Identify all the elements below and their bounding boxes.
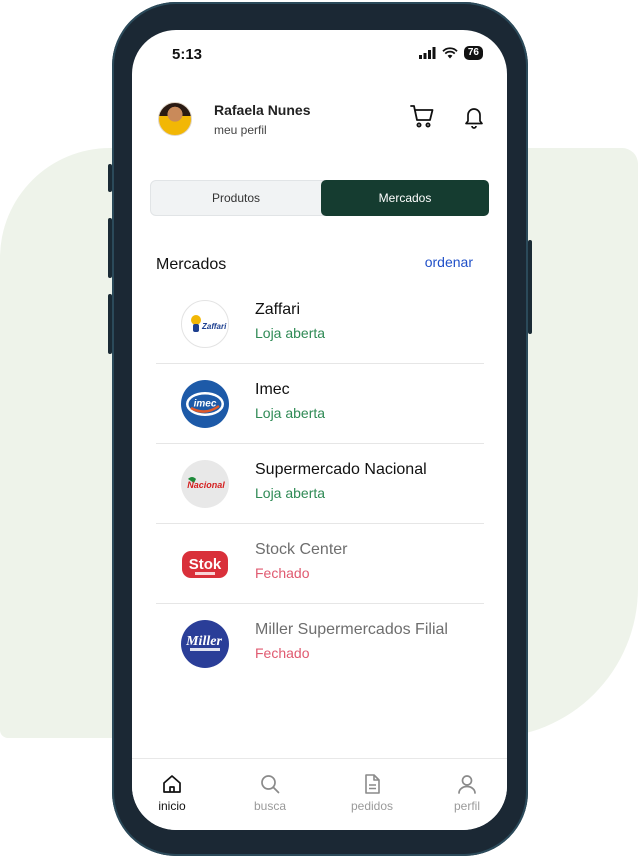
bottom-nav: inicio busca pedidos perfil <box>132 758 507 830</box>
user-name[interactable]: Rafaela Nunes <box>214 102 310 118</box>
signal-icon <box>418 47 436 59</box>
market-item-nacional[interactable]: Nacional Supermercado Nacional Loja aber… <box>156 444 484 524</box>
nav-pedidos[interactable]: pedidos <box>332 773 412 813</box>
market-status: Loja aberta <box>255 485 326 501</box>
market-status: Loja aberta <box>255 405 326 421</box>
nav-label: perfil <box>453 799 480 813</box>
user-icon <box>458 775 476 794</box>
tab-mercados[interactable]: Mercados <box>321 180 489 216</box>
phone-volume-down <box>108 294 112 354</box>
segmented-control: Produtos Mercados <box>150 180 489 216</box>
phone-frame: 5:13 76 Rafaela Nunes meu perfil Produto… <box>108 2 532 856</box>
status-time: 5:13 <box>172 46 203 63</box>
market-item-stock-center[interactable]: Stok Stock Center Fechado <box>156 524 484 604</box>
miller-logo-text: Miller <box>185 634 222 649</box>
zaffari-logo: Zaffari <box>181 300 229 348</box>
nacional-logo: Nacional <box>181 460 229 508</box>
market-item-miller[interactable]: Miller Miller Supermercados Filial Fecha… <box>156 604 484 684</box>
cart-icon <box>410 105 434 128</box>
battery-indicator: 76 <box>463 46 483 60</box>
nav-label: inicio <box>158 799 186 813</box>
market-name: Supermercado Nacional <box>255 461 427 478</box>
nav-label: busca <box>253 799 287 813</box>
bell-icon <box>465 108 483 129</box>
status-icons: 76 <box>418 46 483 60</box>
search-icon <box>261 775 280 794</box>
phone-power-button <box>528 240 532 334</box>
profile-link[interactable]: meu perfil <box>214 123 267 137</box>
zaffari-logo-text: Zaffari <box>201 322 227 331</box>
market-name: Imec <box>255 381 290 398</box>
market-status: Fechado <box>255 645 310 661</box>
market-name: Miller Supermercados Filial <box>255 621 448 638</box>
app-screen: 5:13 76 Rafaela Nunes meu perfil Produto… <box>132 30 507 830</box>
market-list: Zaffari Zaffari Loja aberta imec Imec Lo… <box>156 284 484 684</box>
cart-button[interactable] <box>408 102 436 130</box>
stok-logo-text: Stok <box>189 556 222 573</box>
market-item-imec[interactable]: imec Imec Loja aberta <box>156 364 484 444</box>
imec-logo-text: imec <box>194 399 217 410</box>
sort-link[interactable]: ordenar <box>425 254 473 270</box>
avatar[interactable] <box>158 102 192 136</box>
document-icon <box>365 774 380 794</box>
market-name: Stock Center <box>255 541 348 558</box>
stok-logo: Stok <box>181 540 229 588</box>
miller-logo: Miller <box>181 620 229 668</box>
section-title: Mercados <box>156 256 227 273</box>
wifi-icon <box>442 47 458 59</box>
nav-busca[interactable]: busca <box>230 773 310 813</box>
phone-volume-up <box>108 218 112 278</box>
tab-produtos[interactable]: Produtos <box>151 180 321 216</box>
nacional-logo-text: Nacional <box>187 480 225 490</box>
home-icon <box>163 775 181 793</box>
market-status: Loja aberta <box>255 325 326 341</box>
imec-logo: imec <box>181 380 229 428</box>
market-status: Fechado <box>255 565 310 581</box>
nav-perfil[interactable]: perfil <box>427 773 507 813</box>
phone-silent-switch <box>108 164 112 192</box>
nav-inicio[interactable]: inicio <box>132 773 212 813</box>
market-name: Zaffari <box>255 301 301 318</box>
market-item-zaffari[interactable]: Zaffari Zaffari Loja aberta <box>156 284 484 364</box>
nav-label: pedidos <box>350 799 394 813</box>
notifications-button[interactable] <box>462 104 486 130</box>
